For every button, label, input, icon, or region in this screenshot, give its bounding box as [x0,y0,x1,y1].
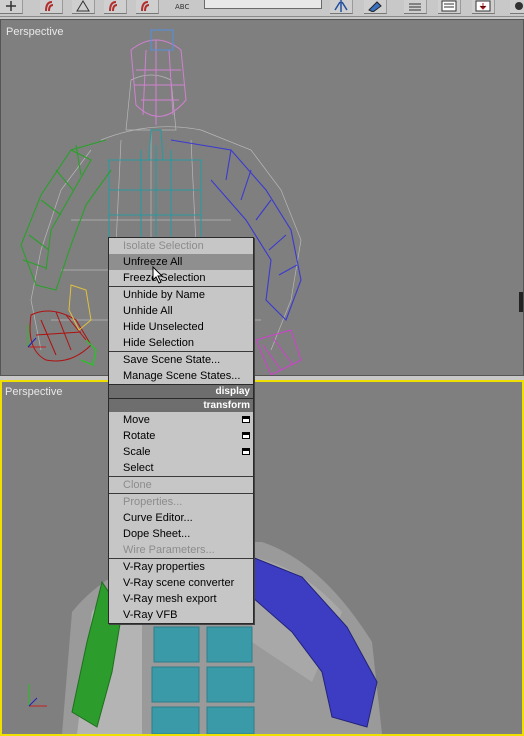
menu-unhide-by-name[interactable]: Unhide by Name [109,287,253,303]
viewport-label[interactable]: Perspective [6,26,63,38]
menu-vray-properties[interactable]: V-Ray properties [109,559,253,575]
left-arm-wireframe [20,139,112,291]
settings-box-icon[interactable] [242,416,250,423]
left-hand-wireframe [29,310,92,362]
main-toolbar: ABC [0,0,524,17]
menu-scale[interactable]: Scale [109,444,253,460]
snap-percent-icon[interactable] [136,0,159,14]
menu-hide-selection[interactable]: Hide Selection [109,335,253,351]
curve-editor-icon[interactable] [438,0,461,14]
menu-clone: Clone [123,479,152,491]
magnet-icon[interactable] [40,0,63,14]
menu-manage-scene-states[interactable]: Manage Scene States... [109,368,253,384]
menu-select[interactable]: Select [109,460,253,476]
teapot-icon[interactable] [510,0,524,14]
settings-box-icon[interactable] [242,432,250,439]
render-setup-icon[interactable] [472,0,495,14]
menu-unhide-all[interactable]: Unhide All [109,303,253,319]
mirror-icon[interactable] [330,0,353,14]
menu-curve-editor[interactable]: Curve Editor... [109,510,253,526]
select-move-icon[interactable] [0,0,23,14]
quad-menu: Isolate Selection Unfreeze All Freeze Se… [108,237,254,624]
viewport-label-active[interactable]: Perspective [5,386,62,398]
menu-unfreeze-all[interactable]: Unfreeze All [109,254,253,270]
menu-isolate-selection: Isolate Selection [123,240,204,252]
menu-vray-mesh-export[interactable]: V-Ray mesh export [109,591,253,607]
menu-save-scene-state[interactable]: Save Scene State... [109,352,253,368]
menu-wire-parameters: Wire Parameters... [123,544,215,556]
named-selection-field[interactable] [204,0,322,9]
menu-vray-scene-converter[interactable]: V-Ray scene converter [109,575,253,591]
menu-hide-unselected[interactable]: Hide Unselected [109,319,253,335]
align-icon[interactable] [364,0,387,14]
viewport-perspective-bottom[interactable]: Perspective [0,380,524,736]
shaded-character [28,542,382,734]
quad-header-display: display [109,384,253,398]
viewport-perspective-top[interactable]: Perspective [0,19,524,376]
head-wireframe [130,39,187,125]
menu-vray-vfb[interactable]: V-Ray VFB [109,607,253,623]
menu-properties: Properties... [123,496,183,508]
settings-box-icon[interactable] [242,448,250,455]
wireframe-character [20,29,523,375]
menu-move-label: Move [123,414,150,426]
magnet-angle-icon[interactable] [104,0,127,14]
axis-tripod-bottom [28,684,47,707]
layers-icon[interactable] [404,0,427,14]
mouse-cursor-icon [152,266,164,284]
menu-freeze-selection[interactable]: Freeze Selection [109,270,253,286]
snap-icon[interactable] [72,0,95,14]
menu-dope-sheet[interactable]: Dope Sheet... [109,526,253,542]
quad-header-transform: transform [109,398,253,412]
abc-edit-icon[interactable]: ABC [175,3,189,11]
menu-scale-label: Scale [123,446,151,458]
menu-rotate[interactable]: Rotate [109,428,253,444]
menu-move[interactable]: Move [109,412,253,428]
menu-rotate-label: Rotate [123,430,156,442]
